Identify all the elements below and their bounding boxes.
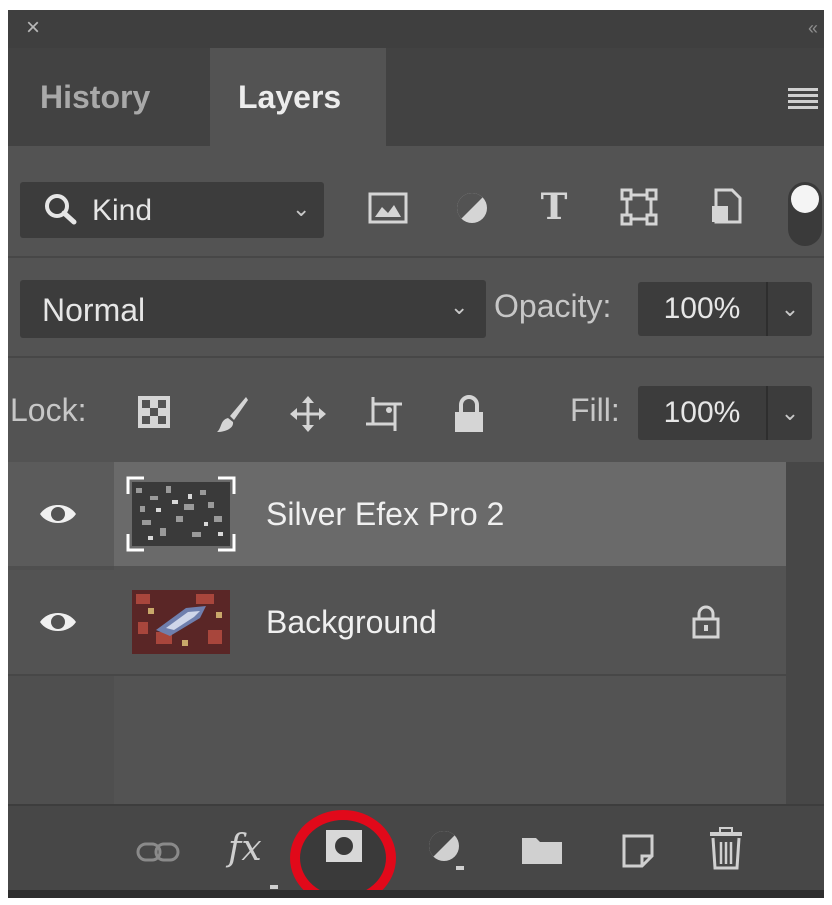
lock-all-icon[interactable] (452, 394, 486, 439)
layer-thumbnail (126, 476, 236, 552)
layer-row-silver-efex[interactable]: Silver Efex Pro 2 (8, 462, 786, 566)
layer-thumbnail (126, 584, 236, 660)
svg-text:T: T (541, 186, 568, 226)
tab-history[interactable]: History (40, 48, 150, 146)
adjustment-filter-icon[interactable] (454, 190, 490, 231)
chevron-down-icon: ⌄ (292, 196, 311, 221)
delete-layer-icon[interactable] (708, 826, 744, 875)
eye-icon[interactable] (38, 500, 78, 533)
search-icon (42, 188, 82, 233)
tab-bar: History Layers (8, 48, 824, 146)
add-layer-mask-icon[interactable] (324, 828, 364, 869)
panel-footer (8, 890, 824, 898)
shape-filter-icon[interactable] (620, 188, 658, 231)
link-layers-icon[interactable] (136, 840, 180, 869)
lock-artboard-icon[interactable] (364, 394, 404, 439)
new-adjustment-layer-icon[interactable] (426, 828, 466, 877)
chevron-down-icon: ⌄ (450, 294, 469, 319)
eye-icon[interactable] (38, 608, 78, 641)
lock-label: Lock: (10, 392, 87, 428)
layers-scrollbar[interactable] (786, 462, 824, 804)
filter-row: Kind ⌄ T (8, 146, 824, 258)
visibility-cell[interactable] (8, 462, 114, 566)
kind-filter-label: Kind (92, 194, 153, 227)
layer-row-background[interactable]: Background (8, 570, 786, 676)
opacity-input[interactable]: 100% (638, 282, 766, 336)
opacity-dropdown-button[interactable]: ⌄ (766, 282, 812, 336)
fill-input[interactable]: 100% (638, 386, 766, 440)
toggle-knob (791, 185, 819, 213)
collapse-icon[interactable]: ‹‹ (808, 18, 818, 39)
blend-mode-value: Normal (42, 292, 146, 328)
fill-label: Fill: (570, 392, 620, 428)
layers-toolbar: fx (8, 804, 824, 898)
type-filter-icon[interactable]: T (534, 186, 574, 231)
blend-mode-select[interactable]: Normal ⌄ (20, 280, 486, 338)
visibility-cell[interactable] (8, 570, 114, 674)
blend-row: Normal ⌄ Opacity: 100% ⌄ (8, 258, 824, 358)
fx-icon[interactable]: fx (228, 828, 262, 869)
layers-list: Silver Efex Pro 2 Background (8, 462, 786, 804)
opacity-label: Opacity: (494, 288, 612, 324)
lock-image-icon[interactable] (214, 394, 250, 439)
image-filter-icon[interactable] (368, 190, 408, 231)
panel-menu-icon[interactable] (788, 88, 818, 112)
fill-dropdown-button[interactable]: ⌄ (766, 386, 812, 440)
close-icon[interactable]: × (26, 16, 40, 40)
new-layer-icon[interactable] (620, 832, 656, 873)
tab-layers[interactable]: Layers (210, 48, 386, 146)
lock-transparent-icon[interactable] (136, 394, 172, 435)
layers-panel: × ‹‹ History Layers Kind ⌄ T Normal ⌄ Op… (8, 10, 824, 898)
lock-position-icon[interactable] (288, 394, 328, 439)
layer-lock-icon[interactable] (690, 604, 722, 645)
smart-object-filter-icon[interactable] (708, 186, 744, 231)
layer-name[interactable]: Silver Efex Pro 2 (266, 496, 504, 533)
kind-filter-select[interactable]: Kind ⌄ (20, 182, 324, 238)
filter-toggle[interactable] (788, 182, 822, 246)
lock-row: Lock: Fill: 100% ⌄ (8, 358, 824, 462)
new-group-icon[interactable] (520, 834, 564, 871)
layer-name[interactable]: Background (266, 604, 437, 641)
panel-titlebar: × ‹‹ (8, 10, 824, 48)
